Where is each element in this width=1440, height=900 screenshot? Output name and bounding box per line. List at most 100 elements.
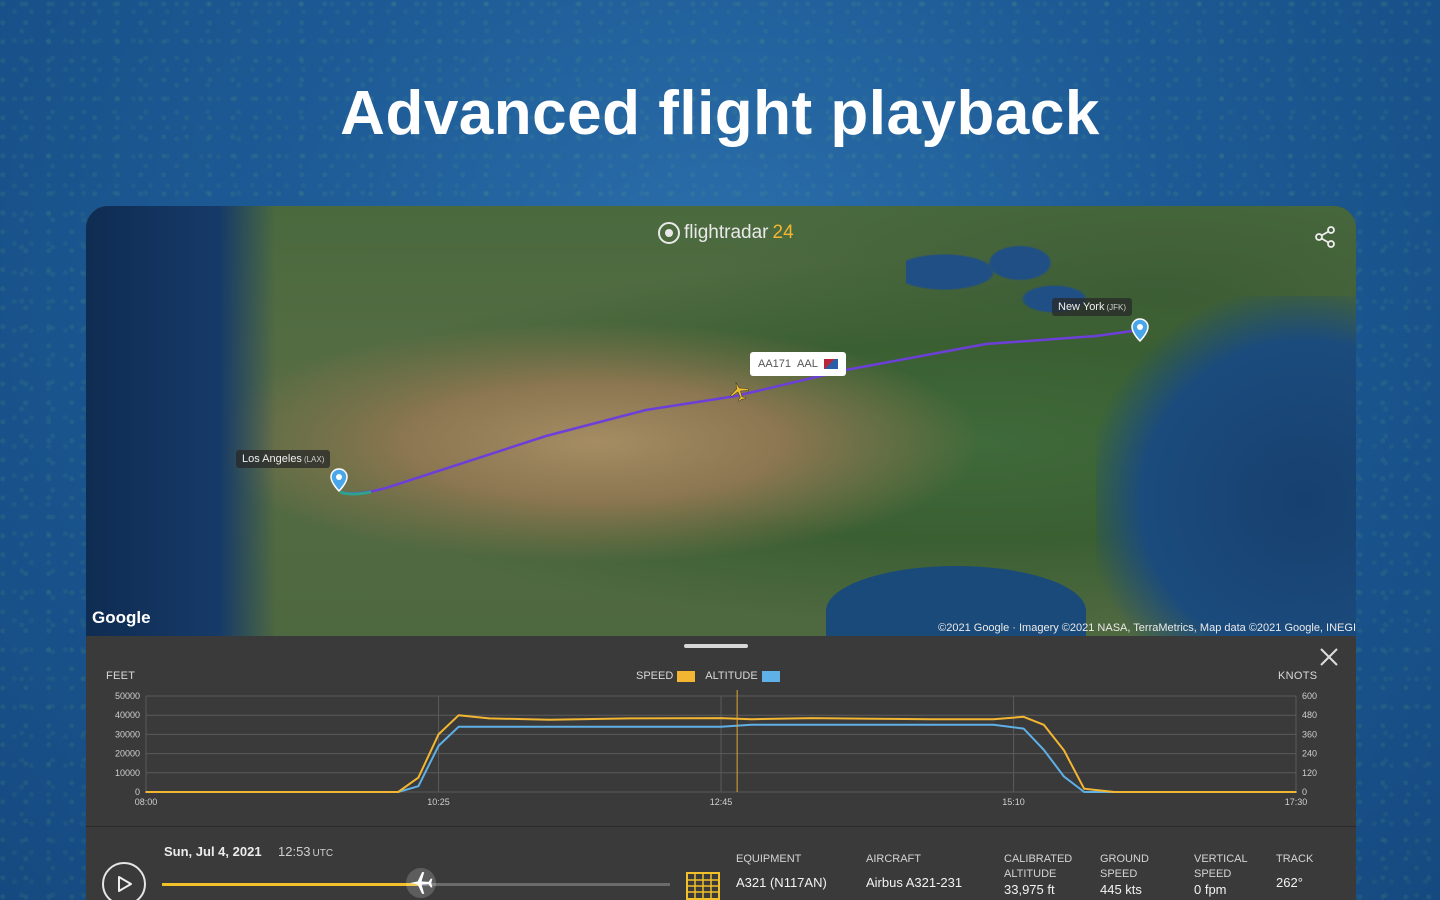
close-icon[interactable] — [1318, 646, 1340, 668]
series-point-speed — [1022, 716, 1025, 718]
stat-equipment-label: EQUIPMENT — [736, 853, 802, 865]
radar-logo-icon — [658, 222, 680, 244]
series-point-altitude — [932, 724, 934, 726]
series-point-altitude — [1083, 791, 1085, 793]
destination-airport-name: New York — [1058, 301, 1105, 313]
brand-suffix: 24 — [772, 222, 794, 243]
speed-altitude-chart[interactable]: 0 0 10000 120 20000 240 30000 360 40000 480 50000 6… — [86, 684, 1356, 814]
y-right-tick-label: 240 — [1302, 749, 1317, 759]
series-point-altitude — [488, 725, 490, 728]
timeline-plane-icon — [410, 872, 433, 894]
legend-speed-swatch — [677, 670, 696, 682]
brand-name: flightradar — [684, 222, 769, 243]
series-point-altitude — [457, 725, 460, 728]
flight-callsign-tag[interactable]: AA171 AAL — [750, 352, 846, 376]
flightradar24-logo: flightradar 24 — [658, 220, 794, 246]
airline-logo-icon — [823, 359, 838, 369]
panel-drag-handle[interactable] — [684, 644, 748, 648]
series-point-altitude — [871, 724, 874, 726]
series-point-altitude — [1063, 775, 1065, 778]
stat-vertical-speed-value: 0 fpm — [1194, 882, 1227, 897]
airline-code: AAL — [797, 358, 818, 370]
series-point-speed — [932, 718, 934, 720]
stat-ground-speed: GROUND SPEED 445 kts — [1100, 852, 1184, 897]
stat-aircraft-value: Airbus A321-231 — [866, 875, 963, 890]
series-point-speed — [437, 733, 440, 736]
stat-calibrated-altitude-label: CALIBRATED ALTITUDE — [1004, 853, 1073, 880]
y-right-tick-label: 360 — [1302, 729, 1317, 739]
series-point-altitude — [810, 724, 813, 726]
series-point-altitude — [750, 724, 753, 726]
y-right-tick-label: 0 — [1302, 787, 1307, 797]
series-point-speed — [1113, 791, 1116, 793]
destination-pin-icon[interactable] — [1131, 318, 1149, 342]
flight-number: AA171 — [758, 358, 792, 370]
share-icon[interactable] — [1312, 224, 1338, 250]
series-point-speed — [871, 717, 874, 720]
stat-track-label: TRACK — [1276, 853, 1314, 865]
playback-date: Sun, Jul 4, 2021 — [164, 844, 262, 859]
series-point-speed — [1043, 724, 1045, 726]
series-point-speed — [548, 718, 551, 721]
data-grid-icon[interactable] — [686, 872, 720, 900]
y-left-tick-label: 40000 — [115, 710, 140, 720]
y-left-tick-label: 10000 — [115, 768, 140, 778]
playback-timeline-slider[interactable] — [162, 868, 670, 898]
series-point-speed — [629, 717, 632, 720]
y-right-tick-label: 600 — [1302, 691, 1317, 701]
x-tick-label: 17:30 — [1285, 797, 1308, 807]
x-tick-label: 08:00 — [135, 797, 158, 807]
origin-airport-name: Los Angeles — [242, 453, 302, 465]
app-window: flightradar 24 Los Angeles (LAX) New York(… — [86, 206, 1356, 900]
timeline-handle[interactable] — [406, 868, 437, 898]
series-point-speed — [720, 717, 722, 719]
aircraft-icon[interactable] — [728, 380, 750, 402]
legend-altitude: ALTITUDE — [705, 670, 780, 682]
legend-altitude-swatch — [761, 670, 780, 682]
playback-panel: FEET KNOTS SPEED ALTITUDE 0 0 10000 120 2000… — [86, 636, 1356, 900]
series-point-altitude — [720, 725, 722, 728]
stat-ground-speed-value: 445 kts — [1100, 882, 1142, 897]
series-point-speed — [810, 717, 813, 719]
series-point-speed — [145, 791, 147, 793]
panel-divider — [86, 826, 1356, 827]
flight-route-line — [339, 328, 1141, 495]
series-point-altitude — [417, 785, 420, 788]
flight-route-layer — [339, 328, 1141, 496]
stat-ground-speed-label: GROUND SPEED — [1100, 853, 1149, 880]
page-headline: Advanced flight playback — [340, 79, 1100, 148]
google-watermark: Google — [92, 608, 151, 627]
series-point-speed — [417, 776, 420, 779]
legend-speed-label: SPEED — [636, 670, 674, 682]
destination-airport-label[interactable]: New York (JFK) — [1052, 298, 1133, 316]
legend-speed: SPEED — [636, 670, 696, 682]
series-point-altitude — [1043, 748, 1045, 751]
stat-aircraft-label: AIRCRAFT — [866, 853, 921, 865]
origin-pin-icon[interactable] — [330, 468, 348, 492]
stat-aircraft: AIRCRAFT Airbus A321-231 — [866, 852, 990, 890]
right-axis-unit: KNOTS — [1278, 670, 1318, 682]
stat-vertical-speed-label: VERTICAL SPEED — [1194, 853, 1248, 880]
series-point-speed — [1063, 749, 1065, 752]
stat-track-value: 262° — [1276, 875, 1303, 890]
playback-timezone: UTC — [312, 848, 334, 859]
series-point-speed — [306, 791, 309, 793]
series-point-altitude — [1022, 727, 1025, 730]
playback-time: 12:53 UTC — [278, 844, 333, 859]
stat-vertical-speed: VERTICAL SPEED 0 fpm — [1194, 852, 1268, 897]
playback-time-value: 12:53 — [278, 844, 311, 859]
destination-airport-code: (JFK) — [1106, 303, 1127, 312]
series-point-speed — [750, 718, 753, 720]
stat-track: TRACK 262° — [1276, 852, 1348, 890]
play-button[interactable] — [102, 862, 146, 900]
series-point-speed — [992, 718, 995, 720]
y-right-tick-label: 480 — [1302, 710, 1317, 720]
y-left-tick-label: 20000 — [115, 749, 140, 759]
stat-equipment: EQUIPMENT A321 (N117AN) — [736, 852, 854, 890]
origin-airport-label[interactable]: Los Angeles (LAX) — [236, 450, 331, 468]
left-axis-unit: FEET — [106, 670, 136, 682]
y-right-tick-label: 120 — [1302, 768, 1317, 778]
flight-map[interactable]: flightradar 24 Los Angeles (LAX) New York(… — [86, 206, 1356, 656]
y-left-tick-label: 50000 — [115, 691, 140, 701]
timeline-progress — [162, 883, 422, 886]
